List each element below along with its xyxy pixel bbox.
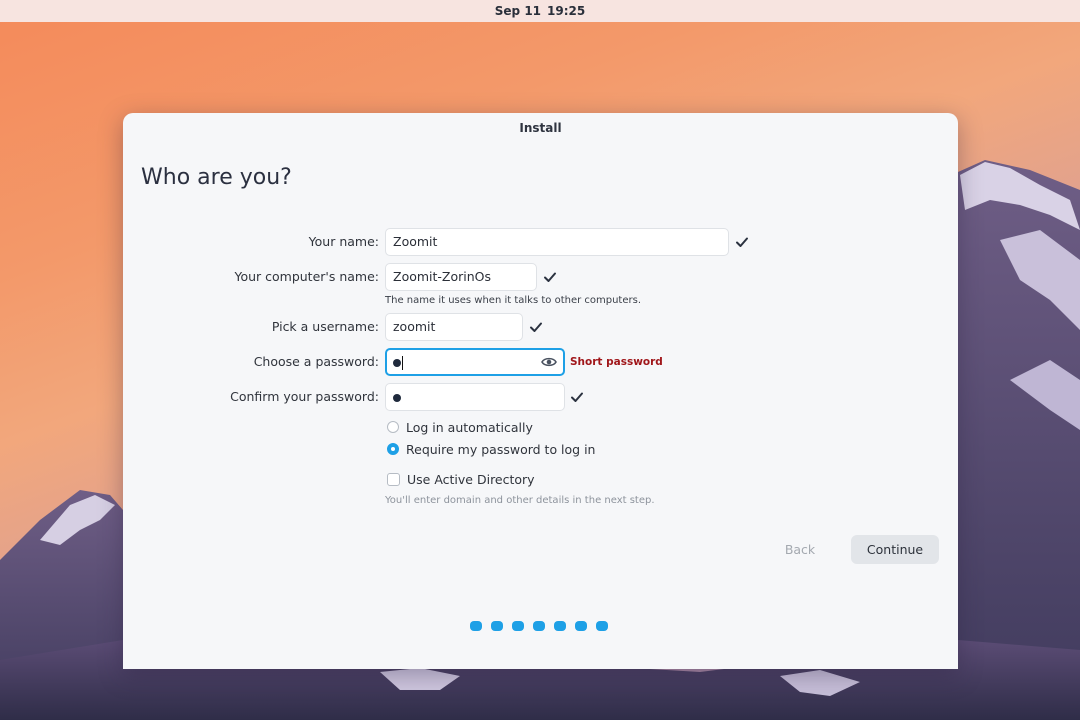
progress-dot [554,621,566,631]
name-row: Your name: Zoomit [123,227,958,257]
login-auto-label: Log in automatically [406,419,533,435]
confirm-password-label: Confirm your password: [230,389,379,404]
clock-date[interactable]: Sep 11 [495,4,541,18]
check-icon [736,237,748,247]
login-require-option[interactable]: Require my password to log in [387,440,595,458]
password-error: Short password [570,356,663,368]
active-directory-checkbox[interactable] [387,472,400,486]
password-row: Choose a password: Short password [123,347,958,377]
back-button[interactable]: Back [765,535,835,564]
confirm-password-field[interactable] [385,383,565,411]
progress-dot [470,621,482,631]
username-label: Pick a username: [271,319,379,334]
check-icon [530,322,542,332]
progress-dot [533,621,545,631]
check-icon [544,272,556,282]
installer-window: Install Who are you? Your name: Zoomit Y… [123,113,958,669]
name-field[interactable]: Zoomit [385,228,729,256]
progress-dot [512,621,524,631]
top-bar: Sep 11 19:25 [0,0,1080,22]
progress-indicator [470,621,617,631]
computer-name-hint: The name it uses when it talks to other … [385,295,642,306]
login-auto-option[interactable]: Log in automatically [387,418,533,436]
username-row: Pick a username: zoomit [123,312,958,342]
password-label: Choose a password: [253,354,379,369]
clock-time[interactable]: 19:25 [547,4,585,18]
name-label: Your name: [308,234,379,249]
continue-button[interactable]: Continue [851,535,939,564]
eye-icon[interactable] [541,356,557,368]
page-title: Who are you? [141,165,292,190]
active-directory-label: Use Active Directory [407,471,535,487]
active-directory-hint: You'll enter domain and other details in… [385,495,655,506]
confirm-password-row: Confirm your password: [123,382,958,412]
progress-dot [596,621,608,631]
username-field[interactable]: zoomit [385,313,523,341]
text-caret [402,355,403,370]
computer-name-row: Your computer's name: Zoomit-ZorinOs [123,262,958,292]
progress-dot [575,621,587,631]
login-auto-radio[interactable] [387,421,399,433]
login-require-label: Require my password to log in [406,441,596,457]
password-mask-dot [393,393,401,402]
password-field[interactable] [385,348,565,376]
check-icon [571,392,583,402]
progress-dot [491,621,503,631]
window-title: Install [519,121,562,135]
login-require-radio[interactable] [387,443,399,455]
computer-name-label: Your computer's name: [234,269,379,284]
active-directory-option[interactable]: Use Active Directory [387,470,535,488]
password-mask-dot [393,358,401,367]
computer-name-field[interactable]: Zoomit-ZorinOs [385,263,537,291]
